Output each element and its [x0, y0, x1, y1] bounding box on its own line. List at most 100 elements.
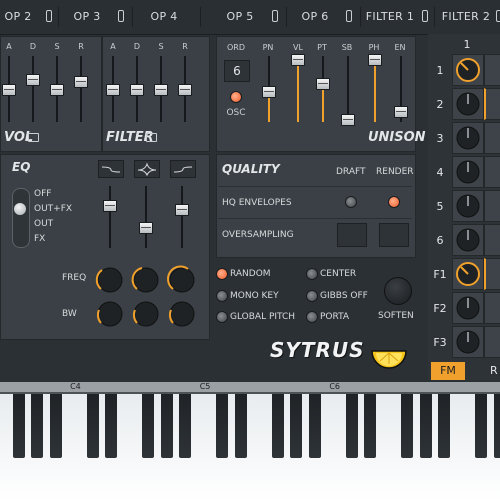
order-value-display[interactable]: 6: [224, 60, 250, 82]
eq-mode-switch-handle[interactable]: [14, 203, 26, 215]
piano-black-key[interactable]: [271, 394, 284, 458]
osc-led[interactable]: [230, 91, 242, 103]
filter-attack-slider[interactable]: [106, 84, 120, 96]
piano-black-key[interactable]: [494, 394, 500, 458]
matrix-cell[interactable]: [484, 258, 500, 290]
matrix-cell[interactable]: [452, 326, 484, 358]
piano-black-key[interactable]: [290, 394, 303, 458]
eq-band1-bw-knob[interactable]: [94, 298, 126, 330]
fm-tab[interactable]: FM: [431, 362, 465, 380]
matrix-cell[interactable]: [452, 156, 484, 188]
matrix-cell[interactable]: [484, 156, 500, 188]
matrix-cell[interactable]: [452, 224, 484, 256]
eq-lowshelf-button[interactable]: [98, 160, 124, 178]
piano-black-key[interactable]: [419, 394, 432, 458]
eq-band3-bw-knob[interactable]: [166, 298, 198, 330]
piano-black-key[interactable]: [179, 394, 192, 458]
folder-icon[interactable]: [146, 133, 157, 142]
piano-black-key[interactable]: [308, 394, 321, 458]
piano-black-key[interactable]: [438, 394, 451, 458]
eq-highshelf-button[interactable]: [170, 160, 196, 178]
next-matrix-tab[interactable]: R: [490, 362, 500, 380]
eq-mode-out-fx[interactable]: OUT+FX: [34, 204, 72, 214]
matrix-cell[interactable]: [452, 54, 484, 86]
eq-band2-gain-slider[interactable]: [139, 222, 153, 234]
vol-release-slider[interactable]: [74, 76, 88, 88]
global-pitch-option[interactable]: GLOBAL PITCH: [230, 312, 295, 322]
matrix-cell[interactable]: [484, 88, 500, 120]
random-option[interactable]: RANDOM: [230, 269, 271, 279]
eq-peak-button[interactable]: [134, 160, 160, 178]
matrix-cell[interactable]: [452, 190, 484, 222]
tab-op4[interactable]: OP 4: [140, 6, 188, 28]
filter-release-slider[interactable]: [178, 84, 192, 96]
tab-op2[interactable]: OP 2: [0, 6, 36, 28]
matrix-cell[interactable]: [484, 190, 500, 222]
gibbs-off-led[interactable]: [306, 290, 318, 302]
vol-attack-slider[interactable]: [2, 84, 16, 96]
gibbs-off-option[interactable]: GIBBS OFF: [320, 291, 368, 301]
piano-black-key[interactable]: [49, 394, 62, 458]
folder-icon[interactable]: [28, 133, 39, 142]
oversampling-render-box[interactable]: [379, 223, 409, 247]
eq-mode-out[interactable]: OUT: [34, 219, 53, 229]
porta-led[interactable]: [306, 311, 318, 323]
enable-slider[interactable]: [394, 106, 408, 118]
eq-band1-freq-knob[interactable]: [94, 264, 126, 296]
mono-key-led[interactable]: [216, 290, 228, 302]
porta-option[interactable]: PORTA: [320, 312, 349, 322]
eq-band3-gain-slider[interactable]: [175, 204, 189, 216]
eq-mode-fx[interactable]: FX: [34, 234, 45, 244]
matrix-cell[interactable]: [484, 54, 500, 86]
eq-band3-freq-knob[interactable]: [166, 264, 198, 296]
matrix-cell[interactable]: [484, 122, 500, 154]
matrix-cell[interactable]: [484, 326, 500, 358]
eq-mode-off[interactable]: OFF: [34, 189, 51, 199]
hq-envelopes-draft-led[interactable]: [345, 196, 357, 208]
piano-black-key[interactable]: [86, 394, 99, 458]
piano-black-key[interactable]: [475, 394, 488, 458]
phase-slider[interactable]: [368, 54, 382, 66]
center-option[interactable]: CENTER: [320, 269, 356, 279]
tab-op5[interactable]: OP 5: [218, 6, 262, 28]
pan-slider[interactable]: [262, 86, 276, 98]
hq-envelopes-render-led[interactable]: [388, 196, 400, 208]
tab-op6[interactable]: OP 6: [292, 6, 338, 28]
eq-band2-freq-knob[interactable]: [130, 264, 162, 296]
vol-sustain-slider[interactable]: [50, 84, 64, 96]
matrix-cell[interactable]: [484, 224, 500, 256]
tab-filter1[interactable]: FILTER 1: [364, 6, 416, 28]
random-led[interactable]: [216, 268, 228, 280]
oversampling-draft-box[interactable]: [337, 223, 367, 247]
piano-black-key[interactable]: [401, 394, 414, 458]
mono-key-option[interactable]: MONO KEY: [230, 291, 279, 301]
piano-black-key[interactable]: [160, 394, 173, 458]
sub-bass-slider[interactable]: [341, 114, 355, 126]
matrix-cell[interactable]: [484, 292, 500, 324]
piano-black-key[interactable]: [216, 394, 229, 458]
matrix-cell[interactable]: [452, 292, 484, 324]
piano-black-key[interactable]: [142, 394, 155, 458]
tab-op3[interactable]: OP 3: [64, 6, 110, 28]
piano-black-key[interactable]: [234, 394, 247, 458]
piano-black-key[interactable]: [364, 394, 377, 458]
matrix-cell[interactable]: [452, 258, 484, 290]
filter-decay-slider[interactable]: [130, 84, 144, 96]
soften-knob[interactable]: [384, 277, 412, 305]
matrix-cell[interactable]: [452, 122, 484, 154]
tab-filter2[interactable]: FILTER 2: [438, 6, 494, 28]
center-led[interactable]: [306, 268, 318, 280]
global-pitch-led[interactable]: [216, 311, 228, 323]
volume-slider[interactable]: [291, 54, 305, 66]
eq-band2-bw-knob[interactable]: [130, 298, 162, 330]
piano-black-key[interactable]: [31, 394, 44, 458]
piano-black-key[interactable]: [105, 394, 118, 458]
eq-mode-switch[interactable]: [12, 188, 30, 248]
piano-black-key[interactable]: [345, 394, 358, 458]
eq-band1-gain-slider[interactable]: [103, 200, 117, 212]
pitch-slider[interactable]: [316, 78, 330, 90]
piano-black-key[interactable]: [12, 394, 25, 458]
filter-sustain-slider[interactable]: [154, 84, 168, 96]
matrix-cell[interactable]: [452, 88, 484, 120]
vol-decay-slider[interactable]: [26, 74, 40, 86]
